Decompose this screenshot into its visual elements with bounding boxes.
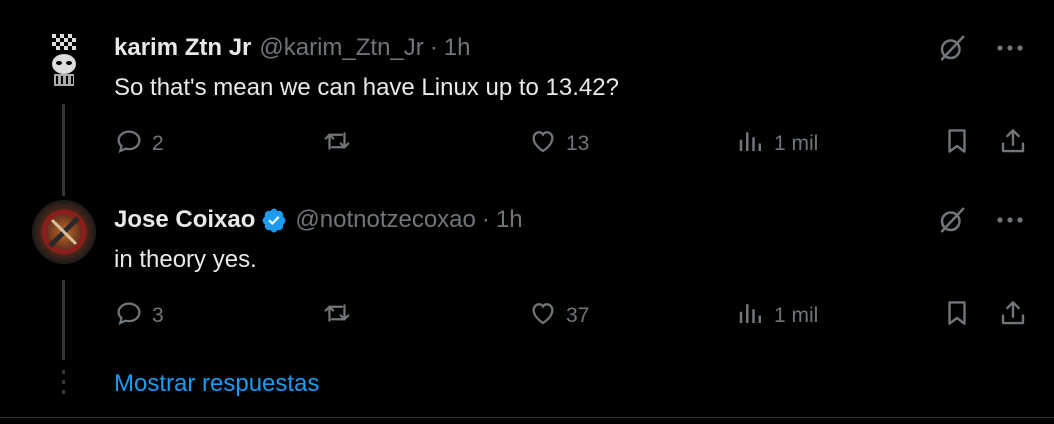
author-handle[interactable]: @notnotzecoxao: [295, 205, 475, 235]
reply-button[interactable]: 3: [114, 298, 164, 334]
reply-button[interactable]: 2: [114, 126, 164, 162]
divider: [0, 417, 1054, 418]
reply-icon: [114, 298, 144, 334]
tweet-text: So that's mean we can have Linux up to 1…: [114, 74, 619, 101]
avatar[interactable]: [32, 200, 96, 264]
show-replies-row: Mostrar respuestas: [0, 344, 1054, 424]
bookmark-icon: [942, 298, 972, 334]
views-count: 1 mil: [774, 132, 819, 155]
share-icon: [998, 298, 1028, 334]
action-bar: 3 37 1 mil: [114, 298, 1034, 334]
separator: ·: [429, 34, 438, 61]
share-button[interactable]: [998, 126, 1028, 162]
retweet-icon: [322, 298, 352, 334]
views-icon: [736, 126, 766, 162]
author-name[interactable]: karim Ztn Jr: [114, 33, 251, 63]
grok-icon[interactable]: [936, 204, 968, 236]
separator: ·: [481, 206, 490, 233]
views-count: 1 mil: [774, 304, 819, 327]
views-button[interactable]: 1 mil: [736, 126, 818, 162]
share-button[interactable]: [998, 298, 1028, 334]
tweet-text: in theory yes.: [114, 246, 257, 273]
avatar[interactable]: [32, 30, 96, 94]
timestamp[interactable]: 1h: [444, 33, 471, 63]
show-replies-link[interactable]: Mostrar respuestas: [114, 370, 319, 398]
more-icon[interactable]: [994, 204, 1026, 236]
timestamp[interactable]: 1h: [496, 205, 523, 235]
tweet[interactable]: Jose Coixao @notnotzecoxao · 1h in theor…: [0, 172, 1054, 360]
reply-count: 3: [152, 304, 164, 327]
views-icon: [736, 298, 766, 334]
retweet-button[interactable]: [322, 298, 360, 334]
bookmark-button[interactable]: [942, 298, 972, 334]
tweet-header: Jose Coixao @notnotzecoxao · 1h: [114, 205, 523, 235]
author-handle[interactable]: @karim_Ztn_Jr: [259, 33, 423, 63]
like-count: 13: [566, 132, 590, 155]
tweet[interactable]: karim Ztn Jr @karim_Ztn_Jr · 1h So that'…: [0, 0, 1054, 196]
like-button[interactable]: 13: [528, 126, 589, 162]
more-icon[interactable]: [994, 32, 1026, 64]
like-count: 37: [566, 304, 590, 327]
bookmark-icon: [942, 126, 972, 162]
retweet-icon: [322, 126, 352, 162]
views-button[interactable]: 1 mil: [736, 298, 818, 334]
bookmark-button[interactable]: [942, 126, 972, 162]
action-bar: 2 13 1 mil: [114, 126, 1034, 162]
author-name[interactable]: Jose Coixao: [114, 205, 255, 235]
reply-icon: [114, 126, 144, 162]
thread-dots: [62, 370, 65, 400]
tweet-header: karim Ztn Jr @karim_Ztn_Jr · 1h: [114, 33, 470, 63]
like-icon: [528, 126, 558, 162]
share-icon: [998, 126, 1028, 162]
verified-icon[interactable]: [261, 207, 287, 233]
like-icon: [528, 298, 558, 334]
reply-count: 2: [152, 132, 164, 155]
like-button[interactable]: 37: [528, 298, 589, 334]
retweet-button[interactable]: [322, 126, 360, 162]
grok-icon[interactable]: [936, 32, 968, 64]
